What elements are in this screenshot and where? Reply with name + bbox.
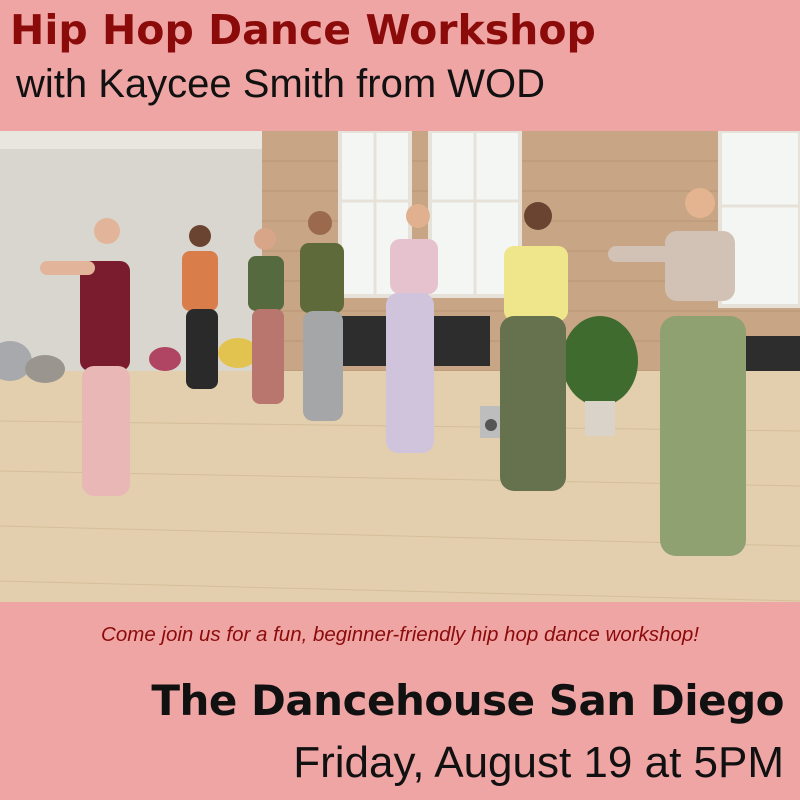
poster-title: Hip Hop Dance Workshop — [10, 6, 596, 54]
poster-subtitle: with Kaycee Smith from WOD — [16, 62, 546, 106]
dance-class-photo — [0, 131, 800, 602]
venue-name: The Dancehouse San Diego — [151, 676, 784, 725]
event-datetime: Friday, August 19 at 5PM — [293, 738, 784, 787]
workshop-tagline: Come join us for a fun, beginner-friendl… — [101, 623, 699, 646]
